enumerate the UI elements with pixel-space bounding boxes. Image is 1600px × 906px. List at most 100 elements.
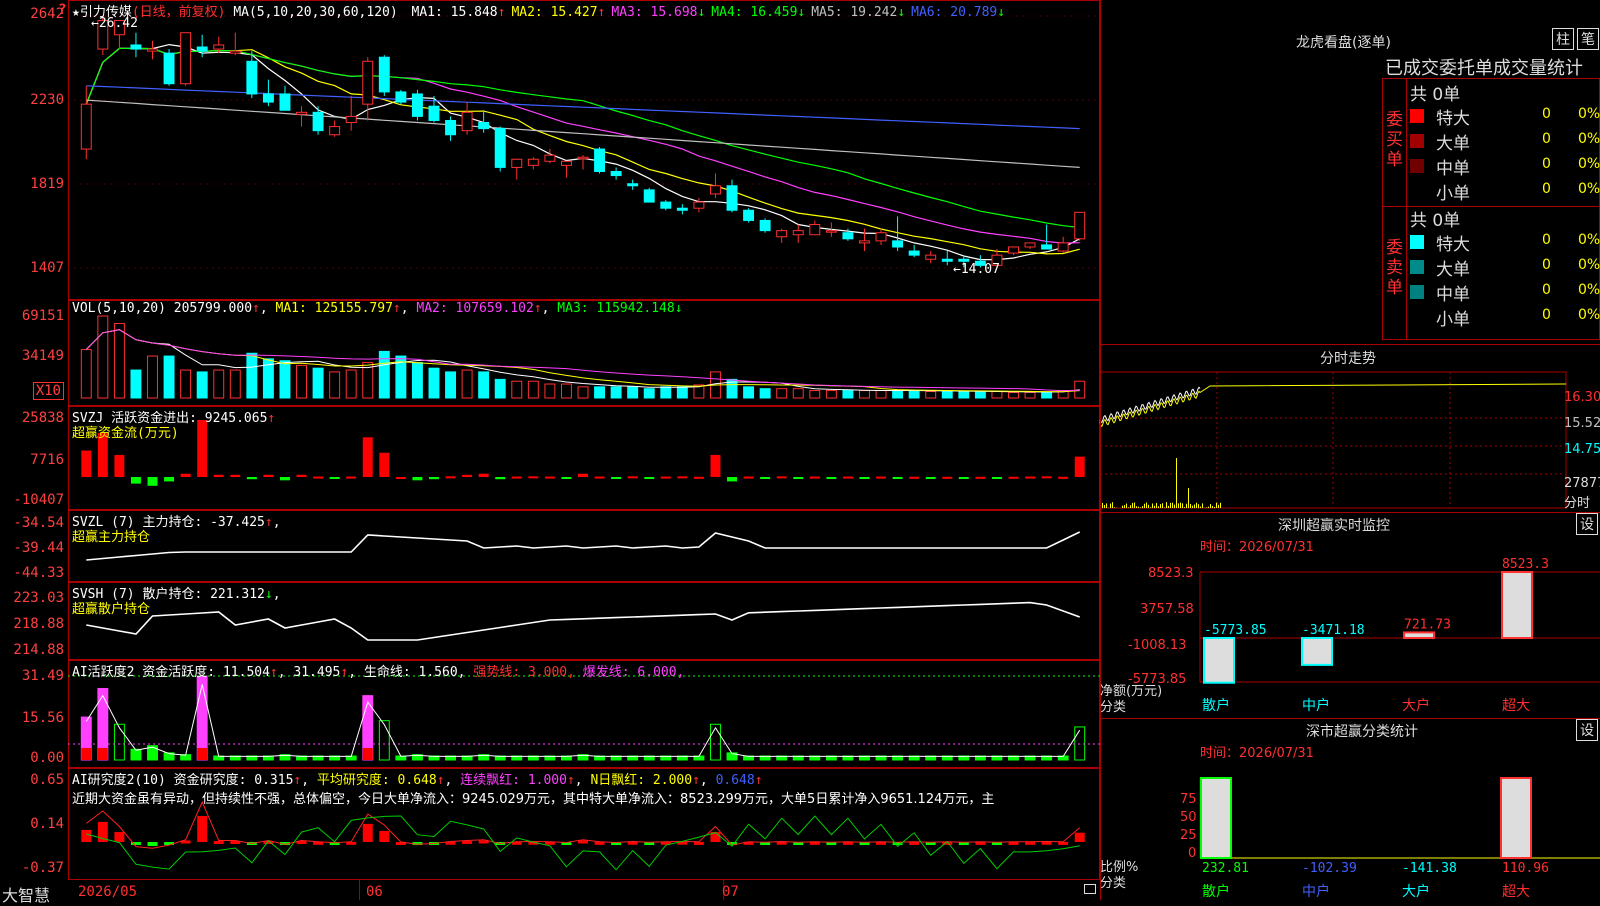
low-marker: ←14.07	[953, 262, 1000, 277]
fundflow-bar	[661, 477, 671, 479]
volume-bar	[826, 391, 836, 398]
svzj-axis: 25838 7716 -10407	[0, 406, 64, 510]
volume-bar	[810, 391, 820, 398]
fundflow-bar	[230, 475, 240, 477]
order-count: 0	[1542, 181, 1551, 197]
fundflow-bar	[1042, 476, 1052, 478]
ai1-strong: 强势线: 3.000,	[473, 665, 575, 680]
volume-bar	[777, 389, 787, 398]
vol-ma1: MA1: 125155.797	[276, 301, 393, 316]
monitor-settings-button[interactable]: 设	[1576, 513, 1598, 535]
svsh-tick: 214.88	[13, 642, 64, 658]
bar-mode-button[interactable]: 柱	[1552, 28, 1574, 50]
help-icon[interactable]: ?	[58, 2, 66, 18]
candle-body	[909, 251, 919, 255]
volume-bar	[893, 391, 903, 398]
volume-bar	[595, 387, 605, 398]
ma-line-1	[86, 45, 1079, 260]
research-bar	[214, 841, 224, 844]
volume-bar	[131, 370, 141, 398]
volume-bar	[280, 361, 290, 398]
fundflow-bar	[479, 474, 489, 477]
candle-body	[230, 51, 240, 53]
order-type-label: 中单	[1436, 154, 1470, 179]
research-bar	[1075, 833, 1085, 842]
fundflow-bar	[959, 477, 969, 479]
candle-body	[561, 161, 571, 165]
fundflow-bar	[131, 477, 141, 484]
stat-frame	[1100, 718, 1600, 900]
candle-body	[926, 255, 936, 259]
fundflow-bar	[379, 453, 389, 477]
volume-bar	[992, 391, 1002, 398]
candle-body	[628, 184, 638, 186]
intraday-tick: 分时	[1564, 492, 1590, 511]
candle-body	[942, 259, 952, 261]
stat-tick: 50	[1180, 810, 1197, 825]
candle-body	[429, 106, 439, 120]
fundflow-bar	[975, 477, 985, 479]
candle-body	[694, 202, 704, 208]
volume-bar	[578, 387, 588, 398]
volume-bar	[628, 387, 638, 398]
volume-bar	[1042, 392, 1052, 398]
vol-tick: 34149	[22, 348, 64, 364]
fundflow-bar	[429, 477, 439, 479]
vol-title: VOL(5,10,20)	[72, 301, 166, 316]
stat-settings-button[interactable]: 设	[1576, 719, 1598, 741]
order-pct: 0%	[1578, 232, 1600, 248]
order-count: 0	[1542, 232, 1551, 248]
fundflow-bar	[810, 477, 820, 479]
date-label: 07	[722, 884, 739, 900]
lock-icon[interactable]	[1084, 884, 1096, 894]
candle-body	[760, 220, 770, 230]
volume-bar	[114, 323, 124, 398]
ma-value-2: MA2: 15.427↑	[511, 5, 605, 20]
volume-bar	[247, 353, 257, 398]
tick-mode-button[interactable]: 笔	[1577, 28, 1599, 50]
logo: 大智慧	[2, 882, 50, 906]
order-color-swatch	[1410, 285, 1424, 299]
ma-line-6	[86, 86, 1079, 129]
candle-body	[777, 231, 787, 237]
research-bar	[462, 841, 472, 844]
ai2-last: 0.648	[716, 773, 755, 788]
volume-bar	[959, 391, 969, 398]
volume-bar	[975, 391, 985, 398]
volume-bar	[942, 391, 952, 398]
order-color-swatch	[1410, 235, 1424, 249]
price-tick: 1407	[30, 260, 64, 276]
ai2-nday: N日飘红: 2.000	[590, 773, 692, 788]
fundflow-bar	[446, 476, 456, 478]
high-marker: ←26.42	[91, 16, 138, 31]
volume-bar	[561, 384, 571, 398]
research-bar	[1058, 842, 1068, 845]
svsh-sub: 超赢散户持仓	[72, 598, 150, 617]
order-color-swatch	[1410, 134, 1424, 148]
order-type-label: 特大	[1436, 230, 1470, 255]
fundflow-bar	[860, 477, 870, 479]
fundflow-bar	[330, 477, 340, 479]
candle-body	[578, 157, 588, 159]
candle-body	[744, 210, 754, 220]
volume-bar	[926, 391, 936, 398]
ma-value-1: MA1: 15.848↑	[412, 5, 506, 20]
fundflow-bar	[595, 477, 605, 479]
candle-body	[893, 241, 903, 247]
order-pct: 0%	[1578, 257, 1600, 273]
volume-bar	[1075, 381, 1085, 398]
ai2-axis: 0.65 0.14 -0.37	[0, 768, 64, 880]
volume-bar	[429, 368, 439, 398]
fundflow-bar	[992, 477, 1002, 479]
buy-total: 共 0单	[1410, 80, 1460, 105]
activity-base	[98, 748, 108, 760]
date-label: 2026/05	[78, 884, 137, 900]
price-axis: 2642 2230 1819 1407	[0, 0, 64, 300]
svzj-tick: -10407	[13, 492, 64, 508]
fundflow-bar	[545, 477, 555, 479]
stat-tick: 0	[1188, 846, 1196, 861]
date-label: 06	[366, 884, 383, 900]
svzl-axis: -34.54 -39.44 -44.33	[0, 510, 64, 582]
candle-body	[247, 61, 257, 94]
research-bar	[1042, 842, 1052, 845]
